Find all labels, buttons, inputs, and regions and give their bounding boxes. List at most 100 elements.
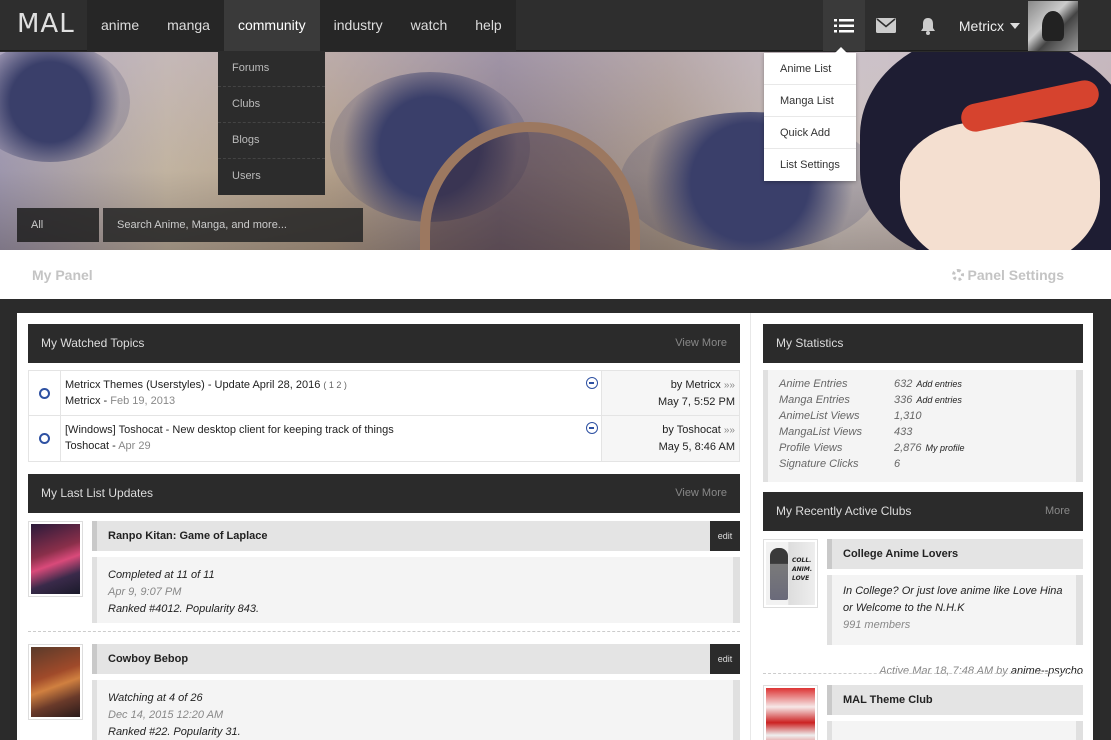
my-profile-link[interactable]: My profile (926, 440, 965, 456)
chevron-down-icon (1010, 22, 1020, 29)
section-title: My Recently Active Clubs (776, 504, 912, 518)
panel-settings-button[interactable]: Panel Settings (951, 267, 1064, 283)
club-active-user-link[interactable]: anime--psycho (1011, 665, 1083, 677)
more-link[interactable]: More (1045, 492, 1070, 531)
menu-item-list-settings[interactable]: List Settings (764, 149, 856, 181)
edit-button[interactable]: edit (710, 644, 740, 674)
topic-title-link[interactable]: [Windows] Toshocat - New desktop client … (65, 424, 394, 436)
menu-item-blogs[interactable]: Blogs (218, 123, 325, 159)
anime-title: Ranpo Kitan: Game of Laplace (108, 530, 268, 542)
top-bar: MAL anime manga community industry watch… (0, 0, 1111, 51)
stat-label: MangaList Views (779, 426, 862, 438)
topic-date: Apr 29 (118, 440, 151, 452)
last-post-by[interactable]: by Toshocat (662, 424, 721, 436)
separator (763, 673, 1083, 674)
last-post-date: May 7, 5:52 PM (657, 396, 735, 408)
separator (28, 631, 740, 632)
update-status: Watching at 4 of 26 (108, 692, 203, 704)
stat-value: 336 (894, 394, 913, 406)
topic-pages[interactable]: ( 1 2 ) (323, 380, 347, 390)
view-more-link[interactable]: View More (675, 474, 727, 513)
anime-title-link[interactable]: Cowboy Bebop (92, 644, 740, 674)
list-item: Cowboy Bebop edit Watching at 4 of 26 De… (28, 644, 740, 740)
list-item: MAL Theme Club (763, 685, 1083, 740)
last-post-date: May 5, 8:46 AM (658, 441, 735, 453)
arrow-icon[interactable]: »» (724, 425, 735, 436)
arrow-icon[interactable]: »» (724, 380, 735, 391)
update-rank: Ranked #22. Popularity 31. (108, 726, 241, 738)
club-details (827, 721, 1083, 740)
edit-button[interactable]: edit (710, 521, 740, 551)
search-category-select[interactable]: All (17, 208, 99, 242)
section-title: My Statistics (776, 336, 844, 350)
update-date: Dec 14, 2015 12:20 AM (108, 709, 224, 721)
list-icon (833, 18, 854, 32)
add-entries-link[interactable]: Add entries (916, 392, 962, 408)
nav-help[interactable]: help (461, 0, 515, 51)
stat-row: Signature Clicks 6 (779, 456, 1065, 472)
unwatch-icon[interactable] (586, 377, 598, 389)
list-item: Ranpo Kitan: Game of Laplace edit Comple… (28, 521, 740, 631)
club-image[interactable]: COLL. ANIM. LOVE (763, 539, 818, 608)
statistics-panel: Anime Entries 632 Add entries Manga Entrie… (763, 370, 1083, 482)
avatar[interactable] (1028, 0, 1078, 51)
topic-last-post: by Metricx »» May 7, 5:52 PM (601, 371, 739, 415)
messages-button[interactable] (865, 0, 907, 51)
anime-cover-image[interactable] (28, 521, 83, 597)
nav-industry[interactable]: industry (320, 0, 397, 51)
community-dropdown: Forums Clubs Blogs Users (218, 51, 325, 195)
menu-item-quick-add[interactable]: Quick Add (764, 117, 856, 149)
menu-item-anime-list[interactable]: Anime List (764, 53, 856, 85)
table-row: Metricx Themes (Userstyles) - Update Apr… (29, 371, 739, 416)
menu-item-users[interactable]: Users (218, 159, 325, 195)
search-input[interactable]: Search Anime, Manga, and more... (103, 208, 363, 242)
update-details: Watching at 4 of 26 Dec 14, 2015 12:20 A… (92, 680, 740, 740)
menu-item-clubs[interactable]: Clubs (218, 87, 325, 123)
nav-manga[interactable]: manga (153, 0, 224, 51)
add-entries-link[interactable]: Add entries (916, 376, 962, 392)
club-name-link[interactable]: College Anime Lovers (827, 539, 1083, 569)
unwatch-icon[interactable] (586, 422, 598, 434)
nav-watch[interactable]: watch (397, 0, 462, 51)
stat-label: Profile Views (779, 442, 843, 454)
update-details: Completed at 11 of 11 Apr 9, 9:07 PM Ran… (92, 557, 740, 623)
panel-settings-label: Panel Settings (967, 267, 1064, 283)
topic-select-radio[interactable] (29, 416, 61, 461)
topic-title-link[interactable]: Metricx Themes (Userstyles) - Update Apr… (65, 379, 320, 391)
circle-icon (39, 433, 50, 444)
menu-item-forums[interactable]: Forums (218, 51, 325, 87)
banner-art (900, 122, 1100, 250)
update-date: Apr 9, 9:07 PM (108, 586, 182, 598)
anime-cover-image[interactable] (28, 644, 83, 720)
envelope-icon (875, 18, 896, 33)
topic-author[interactable]: Toshocat (65, 440, 109, 452)
list-menu-button[interactable] (822, 0, 865, 51)
club-details: In College? Or just love anime like Love… (827, 575, 1083, 645)
topic-author[interactable]: Metricx (65, 395, 100, 407)
topic-last-post: by Toshocat »» May 5, 8:46 AM (601, 416, 739, 461)
notifications-button[interactable] (907, 0, 949, 51)
nav-anime[interactable]: anime (87, 0, 153, 51)
club-image[interactable] (763, 685, 818, 740)
topic-select-radio[interactable] (29, 371, 61, 415)
stat-label: Signature Clicks (779, 458, 859, 470)
gear-icon (951, 269, 964, 281)
panel-header: My Panel Panel Settings (0, 250, 1111, 299)
site-logo[interactable]: MAL (17, 9, 75, 39)
club-name: College Anime Lovers (843, 548, 959, 560)
section-title: My Watched Topics (41, 336, 145, 350)
last-post-by[interactable]: by Metricx (671, 379, 721, 391)
user-menu[interactable]: Metricx (949, 0, 1028, 51)
stat-label: AnimeList Views (779, 410, 860, 422)
list-dropdown: Anime List Manga List Quick Add List Set… (764, 47, 856, 181)
update-status: Completed at 11 of 11 (108, 569, 215, 581)
stat-value: 2,876 (894, 442, 922, 454)
clubs-header: My Recently Active Clubs More (763, 492, 1083, 531)
view-more-link[interactable]: View More (675, 324, 727, 363)
watched-topics-list: Metricx Themes (Userstyles) - Update Apr… (28, 370, 740, 462)
menu-item-manga-list[interactable]: Manga List (764, 85, 856, 117)
nav-community[interactable]: community (223, 0, 320, 51)
header-tools: Metricx (822, 0, 1111, 51)
anime-title-link[interactable]: Ranpo Kitan: Game of Laplace (92, 521, 740, 551)
club-name-link[interactable]: MAL Theme Club (827, 685, 1083, 715)
